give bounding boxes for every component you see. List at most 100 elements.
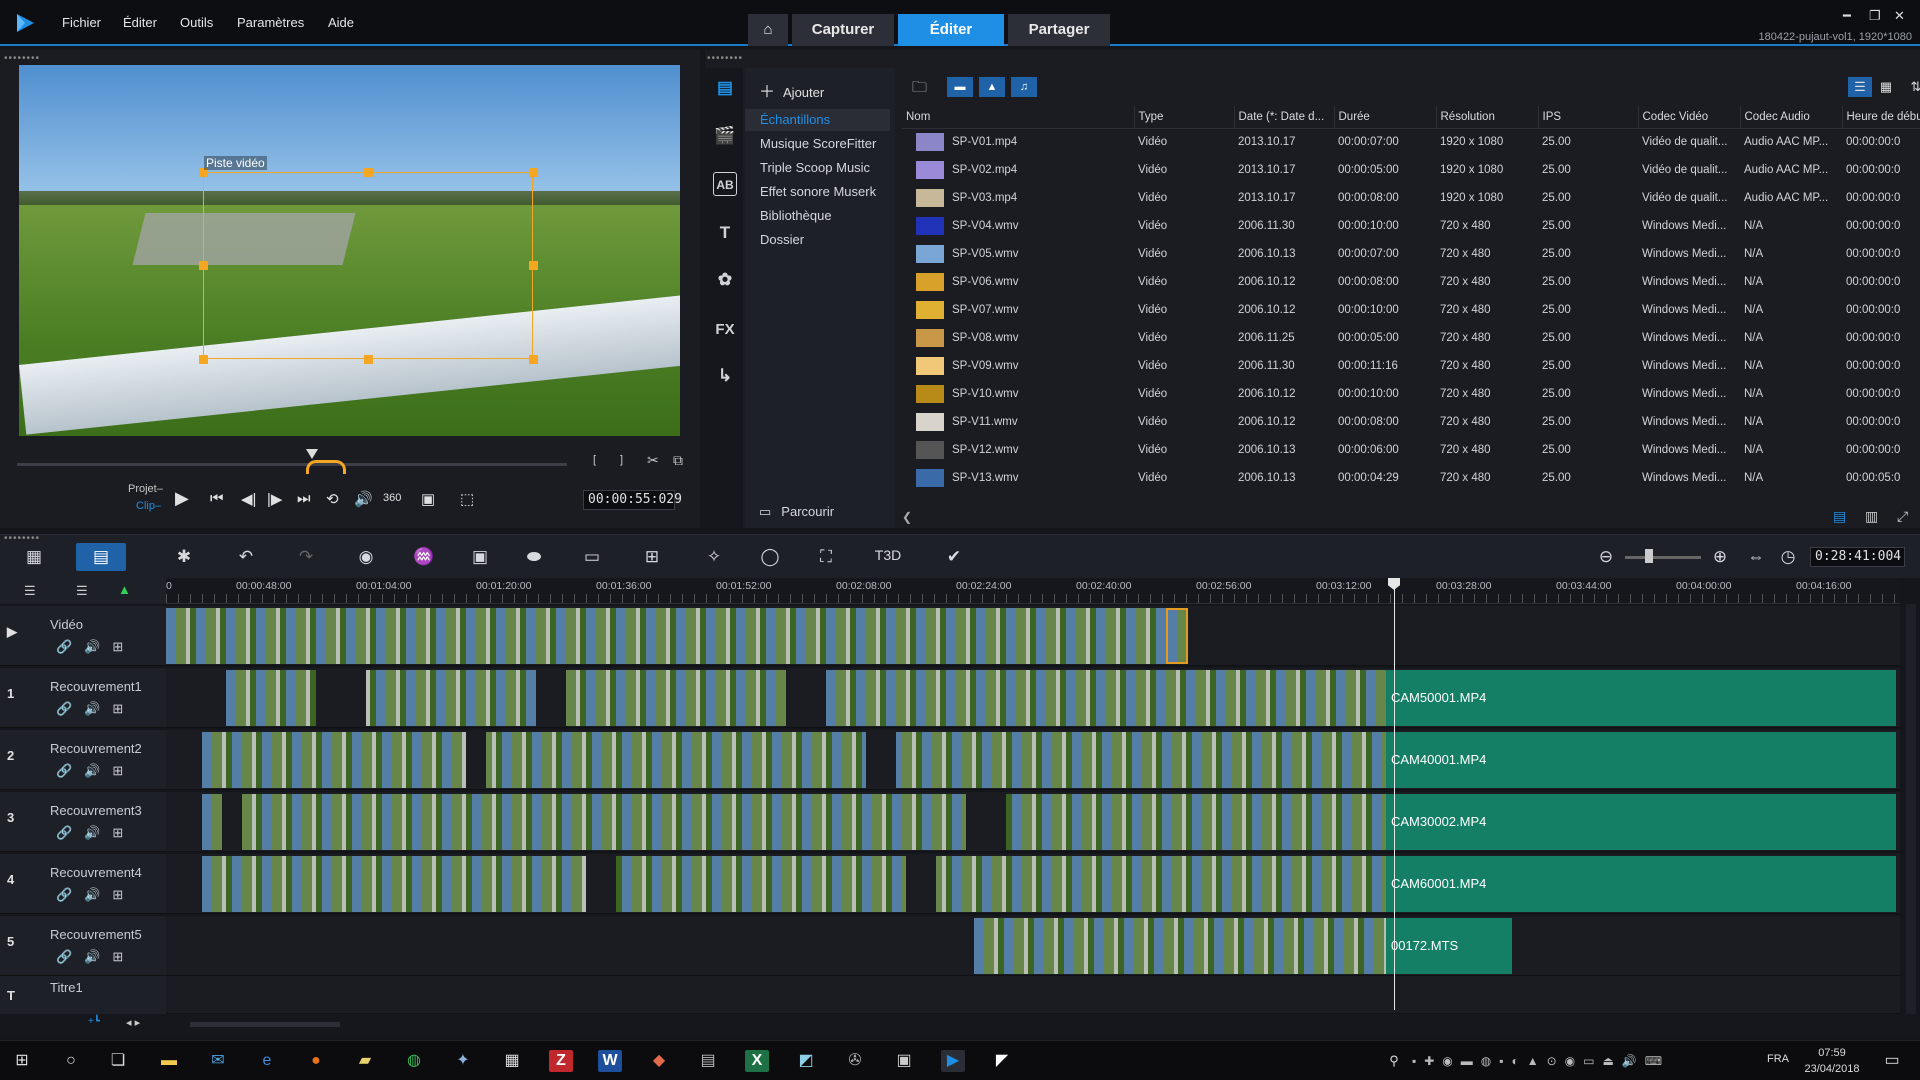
track-lane-video[interactable] (166, 606, 1900, 666)
preview-scrubber[interactable] (17, 463, 567, 466)
table-row[interactable]: SP-V07.wmv Vidéo 2006.10.12 00:00:10:00 720 … (902, 296, 1920, 324)
tab-capture[interactable]: Capturer (792, 14, 894, 46)
table-row[interactable]: SP-V04.wmv Vidéo 2006.11.30 00:00:10:00 720 … (902, 212, 1920, 240)
scrubber-knob[interactable] (306, 449, 318, 459)
file-name-cell[interactable]: SP-V13.wmv (902, 464, 1134, 492)
word-icon[interactable]: W (598, 1050, 622, 1072)
list-view-button[interactable]: ☰ (1848, 77, 1872, 97)
track-controls[interactable]: 🔗🔊⊞ (56, 887, 135, 903)
language-indicator[interactable]: FRA (1767, 1053, 1789, 1065)
thumbnail-view-button[interactable]: ▦ (1874, 77, 1898, 97)
overlay-clips[interactable] (202, 732, 1386, 788)
document-icon[interactable]: ▤ (696, 1050, 720, 1072)
sound-mixer-icon[interactable]: ♒ (410, 547, 438, 567)
copy-icon[interactable]: ⧉ (673, 452, 683, 469)
motion-tracking-icon[interactable]: ⬬ (520, 547, 548, 567)
zoom-slider[interactable] (1625, 556, 1701, 559)
file-name-cell[interactable]: SP-V11.wmv (902, 408, 1134, 436)
system-tray-icons[interactable]: ▪✚◉▬◍▪◐▲⊙◉▭⏏🔊⌨ (1412, 1050, 1712, 1072)
track-header-overlay4[interactable]: 4 Recouvrement4 🔗🔊⊞ (0, 854, 166, 914)
collapse-nav-icon[interactable]: ❮ (902, 510, 912, 524)
nav-item-library[interactable]: Bibliothèque (745, 205, 890, 227)
menu-tools[interactable]: Outils (180, 15, 213, 30)
volume-icon[interactable]: 🔊 (354, 490, 373, 508)
track-lane-overlay5[interactable]: 00172.MTS (166, 916, 1900, 976)
table-row[interactable]: SP-V10.wmv Vidéo 2006.10.12 00:00:10:00 720 … (902, 380, 1920, 408)
task-view-icon[interactable]: ❏ (106, 1050, 130, 1072)
file-name-cell[interactable]: SP-V10.wmv (902, 380, 1134, 408)
table-row[interactable]: SP-V05.wmv Vidéo 2006.10.13 00:00:07:00 720 … (902, 240, 1920, 268)
nav-item-muserk[interactable]: Effet sonore Muserk (745, 181, 890, 203)
table-row[interactable]: SP-V08.wmv Vidéo 2006.11.25 00:00:05:00 720 … (902, 324, 1920, 352)
resize-handle[interactable] (364, 355, 373, 364)
track-lane-overlay3[interactable]: CAM30002.MP4 (166, 792, 1900, 852)
end-icon[interactable]: ⏭ (297, 490, 311, 507)
multi-camera-icon[interactable]: ▣ (466, 547, 494, 567)
track-lane-overlay4[interactable]: CAM60001.MP4 (166, 854, 1900, 914)
column-header[interactable]: Résolution (1436, 106, 1539, 129)
track-controls[interactable]: 🔗🔊⊞ (56, 949, 135, 965)
storyboard-view-icon[interactable]: ▦ (20, 547, 48, 567)
transition-icon[interactable]: AB (713, 172, 737, 196)
360-icon[interactable]: 360 (383, 492, 401, 504)
file-name-cell[interactable]: SP-V04.wmv (902, 212, 1134, 240)
zoom-out-icon[interactable]: ⊖ (1592, 547, 1620, 567)
media-library-icon[interactable]: ▤ (713, 76, 737, 100)
home-start-icon[interactable]: ⏮ (210, 490, 224, 507)
file-name-cell[interactable]: SP-V09.wmv (902, 352, 1134, 380)
graphics-icon[interactable]: ✿ (713, 268, 737, 292)
column-header[interactable]: Codec Audio (1740, 106, 1843, 129)
split-clip-icon[interactable]: ✂ (647, 452, 659, 469)
overlay-clips[interactable] (202, 794, 1386, 850)
videostudio-taskbar-icon[interactable]: ▶ (941, 1050, 965, 1072)
browse-button[interactable]: ▭ Parcourir (759, 504, 834, 520)
overlay-clips[interactable] (202, 856, 1386, 912)
firefox-icon[interactable]: ● (304, 1050, 328, 1072)
horizontal-scrollbar[interactable] (190, 1022, 340, 1027)
library-view-icon[interactable]: ▤ (1833, 508, 1846, 525)
file-name-cell[interactable]: SP-V07.wmv (902, 296, 1134, 324)
pan-zoom-icon[interactable]: ◯ (756, 547, 784, 567)
track-lane-overlay1[interactable]: CAM50001.MP4 (166, 668, 1900, 728)
video-clips[interactable] (166, 608, 1166, 664)
restore-icon[interactable]: ❐ (1869, 8, 1881, 24)
crop-icon[interactable]: ⛶ (812, 547, 840, 567)
playhead[interactable] (1394, 578, 1395, 1010)
end-clip[interactable]: CAM40001.MP4 (1386, 732, 1896, 788)
clip-mode-label[interactable]: Clip– (136, 500, 161, 512)
track-controls[interactable]: 🔗🔊⊞ (56, 701, 135, 717)
end-clip[interactable]: CAM50001.MP4 (1386, 670, 1896, 726)
chrome-icon[interactable]: ◍ (402, 1050, 426, 1072)
fit-project-icon[interactable]: ⇔ (1742, 547, 1770, 567)
resize-handle[interactable] (529, 261, 538, 270)
auto-music-icon[interactable]: ✔ (940, 547, 968, 567)
file-name-cell[interactable]: SP-V03.mp4 (902, 184, 1134, 212)
table-row[interactable]: SP-V03.mp4 Vidéo 2013.10.17 00:00:08:00 1920… (902, 184, 1920, 212)
maximize-library-icon[interactable]: ⤢ (1897, 508, 1908, 525)
track-header-overlay5[interactable]: 5 Recouvrement5 🔗🔊⊞ (0, 916, 166, 976)
undo-icon[interactable]: ↶ (232, 547, 260, 567)
track-header-title[interactable]: T Titre1 (0, 976, 166, 1014)
people-icon[interactable]: ⚲ (1382, 1050, 1406, 1072)
table-row[interactable]: SP-V12.wmv Vidéo 2006.10.13 00:00:06:00 720 … (902, 436, 1920, 464)
show-videos-button[interactable]: ▬ (947, 77, 973, 97)
end-clip[interactable]: 00172.MTS (1386, 918, 1512, 974)
title-icon[interactable]: T (713, 221, 737, 245)
table-row[interactable]: SP-V06.wmv Vidéo 2006.10.12 00:00:08:00 720 … (902, 268, 1920, 296)
selected-clip[interactable] (1166, 608, 1188, 664)
overlay-selection-box[interactable] (199, 168, 538, 364)
fx-filter-icon[interactable]: FX (713, 318, 737, 342)
calculator-icon[interactable]: ▦ (500, 1050, 524, 1072)
column-header[interactable]: Durée (1334, 106, 1437, 129)
zoom-slider-knob[interactable] (1645, 549, 1653, 563)
table-row[interactable]: SP-V11.wmv Vidéo 2006.10.12 00:00:08:00 720 … (902, 408, 1920, 436)
panel-grip-icon[interactable]: •••••••• (4, 533, 40, 544)
repeat-icon[interactable]: ⟲ (326, 490, 339, 508)
notes-icon[interactable]: ◩ (794, 1050, 818, 1072)
file-name-cell[interactable]: SP-V08.wmv (902, 324, 1134, 352)
notifications-icon[interactable]: ▭ (1880, 1050, 1904, 1072)
import-folder-icon[interactable]: 🗀 (912, 77, 936, 97)
file-name-cell[interactable]: SP-V06.wmv (902, 268, 1134, 296)
search-icon[interactable]: ○ (59, 1050, 83, 1072)
file-name-cell[interactable]: SP-V02.mp4 (902, 156, 1134, 184)
